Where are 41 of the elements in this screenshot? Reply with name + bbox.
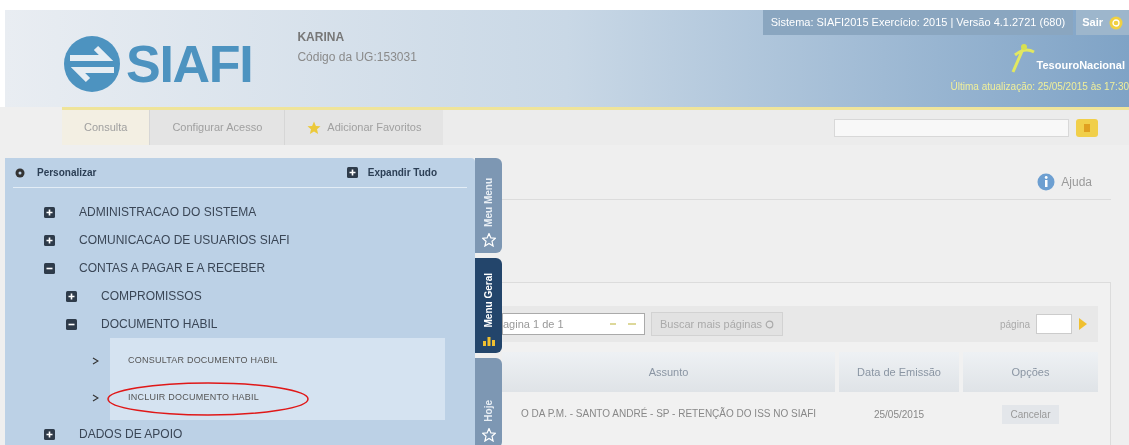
side-tab[interactable]: Menu Geral xyxy=(475,258,502,353)
expand-icon[interactable] xyxy=(44,428,55,440)
star-icon xyxy=(307,120,322,135)
expand-icon[interactable] xyxy=(44,234,55,246)
last-update: Última atualização: 25/05/2015 às 17:30 xyxy=(950,79,1129,94)
personalize-link[interactable]: Personalizar xyxy=(37,165,97,180)
collapse-icon[interactable] xyxy=(66,318,77,330)
star-icon xyxy=(481,233,496,247)
menu-item[interactable]: COMPROMISSOS xyxy=(101,287,202,305)
expand-all-link[interactable]: Expandir Tudo xyxy=(367,165,437,180)
menu-item[interactable]: CONTAS A PAGAR E A RECEBER xyxy=(79,259,266,277)
caret-icon xyxy=(608,320,638,328)
column-header: Data de Emissão xyxy=(839,352,959,392)
column-header: Opções xyxy=(963,352,1098,392)
expand-icon[interactable] xyxy=(346,167,358,178)
expand-icon[interactable] xyxy=(44,206,55,218)
help-icon[interactable] xyxy=(1037,173,1056,191)
menu-item[interactable]: DOCUMENTO HABIL xyxy=(101,315,218,333)
table-cell-text: 25/05/2015 xyxy=(872,407,926,422)
chevron-icon xyxy=(92,356,99,365)
power-icon xyxy=(1109,15,1123,30)
menu-item[interactable]: COMUNICACAO DE USUARIOS SIAFI xyxy=(79,231,290,249)
refresh-icon xyxy=(765,319,775,329)
page-label: página xyxy=(999,317,1030,332)
brand-text: TesouroNacional xyxy=(1036,57,1125,73)
page-input[interactable] xyxy=(1036,314,1072,334)
search-field[interactable] xyxy=(834,118,1069,137)
menu-item[interactable]: DADOS DE APOIO xyxy=(79,425,183,443)
expand-icon[interactable] xyxy=(66,290,77,302)
user-name: KARINA xyxy=(297,29,346,46)
chevron-icon xyxy=(92,393,99,402)
system-info: Sistema: SIAFI2015 Exercício: 2015 | Versão 4.1.2721 (680) xyxy=(762,10,1074,35)
star-icon xyxy=(481,428,496,442)
menu-item[interactable]: ADMINISTRACAO DO SISTEMA xyxy=(79,203,257,221)
logo-text: SIAFI xyxy=(126,38,253,90)
table-cell-text: O DA P.M. - SANTO ANDRÉ - SP - RETENÇÃO DO ISS NO SIAFI xyxy=(519,406,818,421)
collapse-icon[interactable] xyxy=(44,262,55,274)
menu-link[interactable]: CONSULTAR DOCUMENTO HABIL xyxy=(128,353,278,368)
column-header: Assunto xyxy=(502,352,835,392)
settings-icon[interactable] xyxy=(15,167,25,178)
ug-code: Código da UG:153031 xyxy=(297,49,417,66)
